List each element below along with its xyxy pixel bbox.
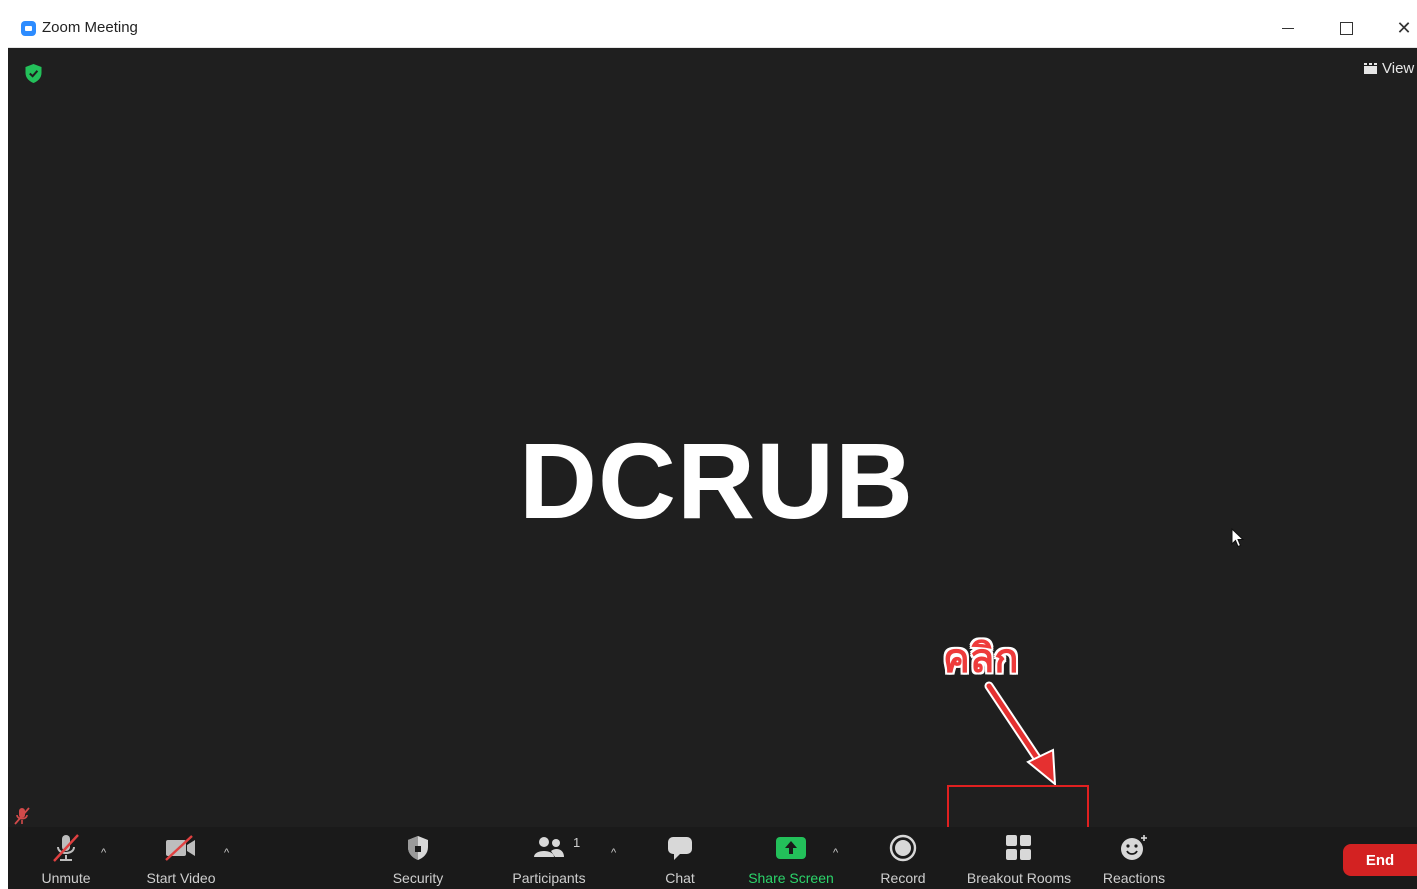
share-screen-button[interactable]: Share Screen: [743, 827, 839, 889]
encryption-shield-icon[interactable]: [25, 64, 42, 83]
breakout-rooms-button[interactable]: Breakout Rooms: [959, 827, 1079, 889]
participants-count: 1: [573, 835, 581, 850]
chat-label: Chat: [665, 870, 695, 886]
minimize-button[interactable]: [1265, 10, 1311, 47]
participants-label: Participants: [512, 870, 586, 886]
reactions-button[interactable]: Reactions: [1098, 827, 1170, 889]
video-off-icon: [165, 835, 195, 861]
maximize-icon: [1339, 22, 1353, 35]
close-icon: ✕: [1396, 18, 1412, 38]
grid-view-icon: [1364, 63, 1377, 74]
record-label: Record: [880, 870, 926, 886]
unmute-label: Unmute: [41, 870, 91, 886]
record-icon: [889, 834, 917, 862]
window-title: Zoom Meeting: [42, 19, 138, 36]
view-label: View: [1382, 60, 1415, 77]
view-button[interactable]: View: [1364, 60, 1414, 77]
start-video-label: Start Video: [146, 870, 216, 886]
title-bar: Zoom Meeting ✕: [8, 10, 1417, 48]
start-video-button[interactable]: Start Video: [141, 827, 221, 889]
record-button[interactable]: Record: [871, 827, 935, 889]
participants-options-caret-icon[interactable]: ^: [611, 847, 616, 859]
muted-microphone-icon: [53, 834, 79, 862]
breakout-rooms-grid-icon: [1006, 835, 1031, 860]
meeting-toolbar: Unmute ^ Start Video ^ Security Particip…: [8, 827, 1417, 889]
reactions-smiley-icon: [1121, 835, 1147, 860]
audio-options-caret-icon[interactable]: ^: [101, 847, 106, 859]
breakout-rooms-label: Breakout Rooms: [966, 870, 1072, 886]
security-button[interactable]: Security: [386, 827, 450, 889]
chat-bubble-icon: [668, 837, 692, 860]
participants-icon: [534, 837, 564, 857]
maximize-button[interactable]: [1323, 10, 1369, 47]
chat-button[interactable]: Chat: [653, 827, 707, 889]
muted-mic-indicator-icon: [14, 807, 30, 825]
minimize-icon: [1282, 28, 1294, 29]
close-button[interactable]: ✕: [1381, 10, 1417, 47]
annotation-arrow-icon: [984, 681, 1057, 787]
security-label: Security: [392, 870, 444, 886]
mouse-cursor-icon: [1231, 528, 1245, 548]
reactions-label: Reactions: [1102, 870, 1166, 886]
participant-name: DCRUB: [519, 420, 914, 541]
security-shield-icon: [408, 836, 428, 860]
zoom-app-icon: [21, 21, 36, 36]
share-screen-icon: [776, 837, 806, 859]
video-options-caret-icon[interactable]: ^: [224, 847, 229, 859]
unmute-button[interactable]: Unmute: [34, 827, 98, 889]
zoom-window: Zoom Meeting ✕ View DCRUB คลิก Unmute ^ …: [8, 10, 1417, 889]
share-options-caret-icon[interactable]: ^: [833, 847, 838, 859]
share-screen-label: Share Screen: [748, 870, 834, 886]
end-meeting-button[interactable]: End: [1343, 844, 1417, 876]
